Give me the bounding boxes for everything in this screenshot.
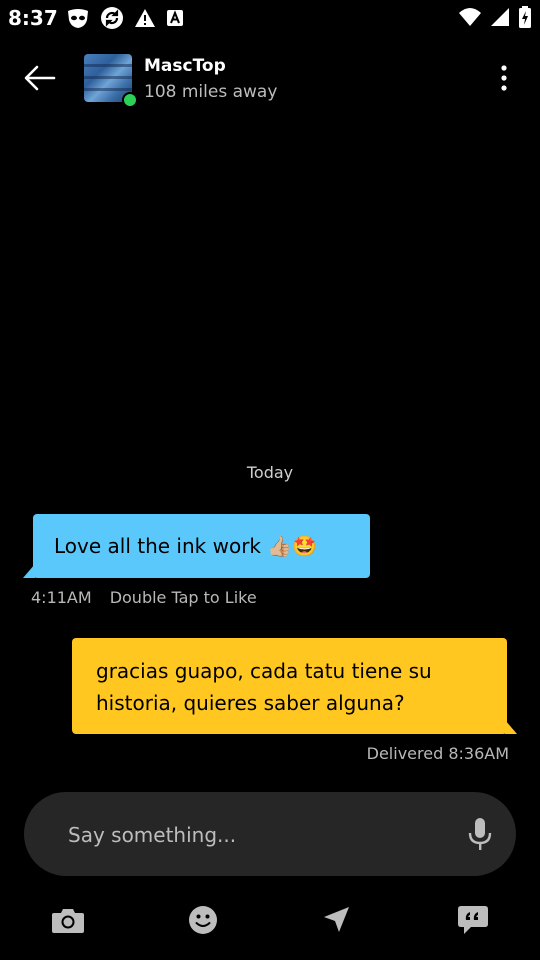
status-bar: 8:37 — [0, 0, 540, 36]
camera-button[interactable] — [48, 900, 88, 940]
wifi-icon — [458, 7, 482, 27]
send-location-icon — [324, 907, 349, 932]
microphone-icon — [468, 818, 492, 850]
more-vertical-icon — [501, 65, 507, 91]
message-input[interactable] — [66, 814, 450, 856]
chat-header: MascTop 108 miles away — [0, 40, 540, 116]
online-indicator — [122, 92, 138, 108]
system-icons — [458, 6, 532, 28]
date-separator: Today — [246, 463, 294, 482]
send-location-button[interactable] — [316, 900, 356, 940]
grindr-mask-icon — [66, 7, 90, 29]
more-options-button[interactable] — [492, 62, 516, 94]
profile-name[interactable]: MascTop — [144, 56, 226, 76]
incoming-message-text: Love all the ink work 👍🏼🤩 — [54, 534, 318, 558]
chat-toolbar — [0, 896, 540, 946]
bubble-tail — [505, 720, 517, 734]
incoming-message-bubble[interactable]: Love all the ink work 👍🏼🤩 — [23, 514, 370, 578]
incoming-message-meta: 4:11AM Double Tap to Like — [31, 588, 257, 607]
battery-charging-icon — [518, 6, 532, 28]
incoming-message-time: 4:11AM — [31, 588, 92, 607]
profile-distance: 108 miles away — [144, 82, 278, 102]
bubble-tail — [23, 564, 35, 578]
saved-phrases-button[interactable] — [453, 900, 493, 940]
back-button[interactable] — [22, 62, 62, 94]
emoji-icon — [189, 906, 217, 934]
message-composer[interactable] — [24, 792, 516, 876]
signal-icon — [490, 7, 510, 27]
status-time: 8:37 — [8, 6, 58, 30]
notification-icons — [66, 6, 184, 30]
camera-icon — [52, 909, 84, 933]
voice-message-button[interactable] — [465, 816, 495, 852]
double-tap-hint: Double Tap to Like — [109, 588, 257, 607]
saved-phrases-icon — [458, 906, 488, 934]
font-a-icon — [166, 9, 184, 27]
delivery-status: Delivered 8:36AM — [366, 744, 509, 763]
outgoing-message-text: gracias guapo, cada tatu tiene su histor… — [96, 659, 432, 715]
emoji-button[interactable] — [183, 900, 223, 940]
sync-icon — [100, 6, 124, 30]
arrow-left-icon — [24, 65, 56, 91]
warning-icon — [134, 8, 156, 28]
outgoing-message-bubble[interactable]: gracias guapo, cada tatu tiene su histor… — [72, 638, 517, 734]
